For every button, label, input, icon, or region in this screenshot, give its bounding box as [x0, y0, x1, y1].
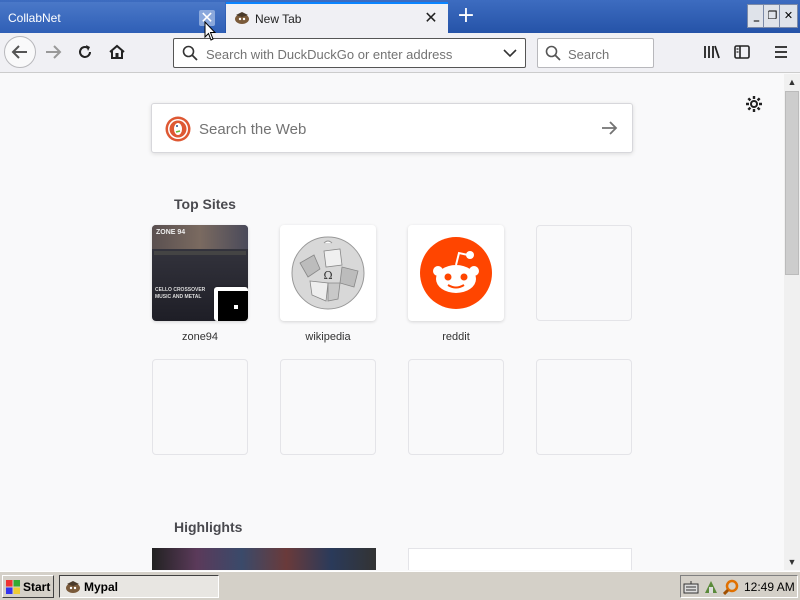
tab-title: CollabNet: [8, 11, 61, 25]
top-site-label: zone94: [181, 331, 219, 343]
svg-text:Ω: Ω: [323, 269, 332, 282]
mouse-cursor-icon: [204, 21, 216, 41]
search-bar[interactable]: Search: [537, 38, 654, 68]
scroll-up-arrow-icon[interactable]: ▲: [784, 74, 800, 90]
top-site-empty[interactable]: [536, 225, 632, 321]
sidebar-icon: [734, 45, 750, 59]
library-button[interactable]: [697, 37, 727, 67]
arrow-left-icon: [11, 45, 27, 59]
scroll-thumb[interactable]: [785, 91, 799, 275]
home-icon: [109, 44, 125, 59]
search-icon: [545, 45, 561, 61]
start-label: Start: [23, 580, 51, 594]
home-button[interactable]: [102, 37, 132, 67]
sidebar-button[interactable]: [727, 37, 757, 67]
newtab-page: Search the Web Top Sites ZONE 94 CELLO C…: [0, 74, 784, 570]
hamburger-menu-icon: [775, 46, 787, 58]
tab-strip: CollabNet ✕ New Tab ✕ + _ ❐ ✕: [0, 0, 800, 33]
arrow-right-icon: [46, 45, 62, 59]
keyboard-icon[interactable]: [683, 579, 699, 595]
taskbar: Start Mypal 12:49 AM: [0, 571, 800, 600]
network-icon[interactable]: [703, 579, 719, 595]
highlight-card[interactable]: [408, 548, 632, 570]
chevron-down-icon[interactable]: [503, 47, 517, 59]
clock: 12:49 AM: [744, 580, 795, 594]
top-site-empty[interactable]: [408, 359, 504, 455]
top-site-empty[interactable]: [536, 359, 632, 455]
url-bar[interactable]: Search with DuckDuckGo or enter address: [173, 38, 526, 68]
duckduckgo-icon: [165, 116, 191, 142]
tab-new-tab[interactable]: New Tab ✕: [226, 2, 448, 33]
search-icon[interactable]: [723, 579, 739, 595]
close-window-button[interactable]: ✕: [779, 4, 798, 28]
top-site-empty[interactable]: [152, 359, 248, 455]
gear-icon[interactable]: [744, 94, 764, 114]
mypal-favicon-icon: [235, 12, 249, 24]
scroll-down-arrow-icon[interactable]: ▼: [784, 554, 800, 570]
forward-button[interactable]: [38, 37, 68, 67]
tab-title: New Tab: [255, 12, 302, 26]
library-icon: [704, 45, 720, 59]
top-site-zone94[interactable]: ZONE 94 CELLO CROSSOVER MUSIC AND METAL: [152, 225, 248, 321]
start-button[interactable]: Start: [2, 575, 54, 598]
new-tab-button[interactable]: +: [455, 5, 477, 27]
reddit-icon: [420, 237, 492, 309]
nav-toolbar: Search with DuckDuckGo or enter address …: [0, 33, 800, 73]
zone94-favicon: [214, 287, 248, 321]
taskbar-item-label: Mypal: [84, 580, 119, 594]
tab-collabnet[interactable]: CollabNet ✕: [0, 2, 225, 33]
web-search-box[interactable]: Search the Web: [151, 103, 633, 153]
search-icon: [182, 45, 198, 61]
menu-button[interactable]: [766, 37, 796, 67]
system-tray: 12:49 AM: [680, 575, 798, 598]
top-site-label: wikipedia: [305, 331, 351, 343]
back-button[interactable]: [4, 36, 36, 68]
reload-button[interactable]: [70, 37, 100, 67]
wikipedia-globe-icon: Ω: [291, 236, 365, 310]
tab-close-icon[interactable]: ✕: [423, 10, 439, 26]
top-sites-heading: Top Sites: [174, 196, 236, 212]
page-scrollbar[interactable]: ▲ ▼: [784, 74, 800, 570]
highlight-card[interactable]: [152, 548, 376, 570]
reload-icon: [79, 45, 91, 58]
windows-flag-icon: [6, 580, 20, 594]
top-site-label: reddit: [442, 331, 470, 343]
search-placeholder: Search: [568, 47, 610, 62]
mypal-icon: [66, 581, 80, 593]
top-site-wikipedia[interactable]: Ω: [280, 225, 376, 321]
web-search-placeholder: Search the Web: [199, 121, 307, 138]
zone94-thumb-text: CELLO CROSSOVER MUSIC AND METAL: [155, 287, 206, 300]
arrow-right-icon[interactable]: [600, 120, 618, 136]
zone94-logo: ZONE 94: [156, 229, 186, 236]
url-placeholder: Search with DuckDuckGo or enter address: [206, 47, 453, 62]
highlights-heading: Highlights: [174, 519, 243, 535]
taskbar-item-mypal[interactable]: Mypal: [59, 575, 219, 598]
top-site-empty[interactable]: [280, 359, 376, 455]
top-site-reddit[interactable]: [408, 225, 504, 321]
